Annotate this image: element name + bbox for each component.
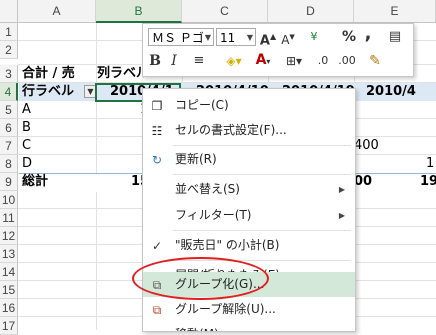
menu-item-refresh[interactable]: ↻ 更新(R) [143, 147, 355, 172]
font-name-select[interactable]: ＭＳ Ｐゴ ▼ [148, 28, 214, 46]
menu-separator [173, 145, 351, 146]
copy-icon: ❐ [151, 99, 163, 113]
menu-item-label: グループ解除(U)... [175, 302, 276, 316]
mini-toolbar: ＭＳ Ｐゴ ▼ 11 ▼ A▲ A▼ ¥ % , ▤ B I ≡ ◈▾ A▾ ⊞… [142, 23, 414, 77]
row-header[interactable]: 9 [0, 173, 18, 191]
annotation-red-oval [132, 257, 269, 300]
check-icon: ✓ [151, 239, 163, 253]
column-header-a[interactable]: A [18, 0, 96, 23]
row-header[interactable]: 1 [0, 23, 18, 41]
font-name-value: ＭＳ Ｐゴ [152, 31, 204, 45]
select-all-corner[interactable] [0, 0, 18, 23]
menu-item-label: 並べ替え(S) [175, 182, 240, 196]
row-header[interactable]: 3 [0, 65, 18, 83]
currency-format-icon[interactable]: ¥ [303, 27, 325, 47]
submenu-arrow-icon: ▶ [338, 185, 345, 194]
menu-separator [173, 230, 351, 231]
cell-a6[interactable]: B [22, 119, 31, 137]
row-header[interactable]: 2 [0, 41, 18, 59]
row-header[interactable]: 14 [0, 263, 18, 281]
refresh-icon: ↻ [151, 153, 163, 167]
row-header[interactable]: 7 [0, 137, 18, 155]
fill-color-icon[interactable]: ◈▾ [221, 51, 247, 71]
row-header[interactable]: 10 [0, 191, 18, 209]
cell-d7[interactable]: 400 [354, 137, 379, 155]
format-cells-icon: ☷ [151, 124, 163, 138]
column-header-e[interactable]: E [354, 0, 436, 23]
row-header[interactable]: 16 [0, 299, 18, 317]
menu-item-ungroup[interactable]: ⧉ グループ解除(U)... [143, 297, 355, 322]
row-header[interactable]: 17 [0, 317, 18, 335]
bold-button[interactable]: B [148, 51, 162, 71]
cell-a4[interactable]: 行ラベル [22, 83, 74, 101]
cell-a5[interactable]: A [22, 101, 31, 119]
cell-e4[interactable]: 2010/4 [366, 83, 416, 101]
font-size-select[interactable]: 11 ▼ [216, 28, 256, 46]
menu-item-copy[interactable]: ❐ コピー(C) [143, 93, 355, 118]
row-header[interactable]: 5 [0, 101, 18, 119]
row-header[interactable]: 6 [0, 119, 18, 137]
align-center-icon[interactable]: ≡ [185, 51, 213, 71]
column-header-c[interactable]: C [182, 0, 268, 23]
increase-font-icon[interactable]: A▲ [259, 27, 277, 48]
increase-decimal-icon[interactable]: .0 [313, 51, 333, 71]
menu-separator [173, 174, 351, 175]
percent-style-icon[interactable]: % [340, 27, 358, 47]
menu-item-label: "販売日" の小計(B) [175, 238, 280, 252]
row-header[interactable]: 13 [0, 245, 18, 263]
menu-item-sort[interactable]: 並べ替え(S) ▶ [143, 177, 355, 202]
menu-item-label: フィルター(T) [175, 208, 252, 222]
menu-item-label: 更新(R) [175, 152, 217, 166]
decrease-font-icon[interactable]: A▼ [279, 27, 297, 47]
row-header[interactable]: 4 [0, 83, 18, 101]
cell-a8[interactable]: D [22, 155, 32, 173]
row-header[interactable]: 12 [0, 227, 18, 245]
cell-e8[interactable]: 1 [426, 155, 434, 173]
chevron-down-icon: ▼ [246, 33, 253, 42]
row-header[interactable]: 11 [0, 209, 18, 227]
row-header[interactable]: 15 [0, 281, 18, 299]
borders-icon[interactable]: ⊞▾ [281, 51, 307, 71]
format-painter-icon[interactable]: ✎ [365, 51, 385, 71]
menu-item-filter[interactable]: フィルター(T) ▶ [143, 203, 355, 228]
ungroup-icon: ⧉ [152, 303, 162, 317]
submenu-arrow-icon: ▶ [338, 211, 345, 220]
row-header[interactable]: 8 [0, 155, 18, 173]
cell-a7[interactable]: C [22, 137, 31, 155]
column-header-b[interactable]: B [96, 0, 182, 23]
cell-a9[interactable]: 総計 [22, 173, 48, 191]
decrease-decimal-icon[interactable]: .00 [337, 51, 357, 71]
font-size-value: 11 [220, 31, 236, 45]
menu-item-label: セルの書式設定(F)... [175, 123, 287, 137]
menu-item-format-cells[interactable]: ☷ セルの書式設定(F)... [143, 118, 355, 143]
font-color-icon[interactable]: A▾ [251, 50, 275, 70]
menu-item-label: コピー(C) [175, 98, 229, 112]
cell-a3[interactable]: 合計 / 売 [22, 65, 75, 83]
comma-style-icon[interactable]: , [361, 24, 375, 44]
table-icon[interactable]: ▤ [385, 27, 405, 47]
italic-button[interactable]: I [168, 51, 180, 71]
chevron-down-icon: ▼ [204, 33, 211, 42]
column-header-d[interactable]: D [268, 0, 354, 23]
cell-d9[interactable]: 00 [354, 173, 372, 191]
menu-item-subtotal[interactable]: ✓ "販売日" の小計(B) [143, 233, 355, 258]
cell-e9[interactable]: 19 [420, 173, 436, 191]
